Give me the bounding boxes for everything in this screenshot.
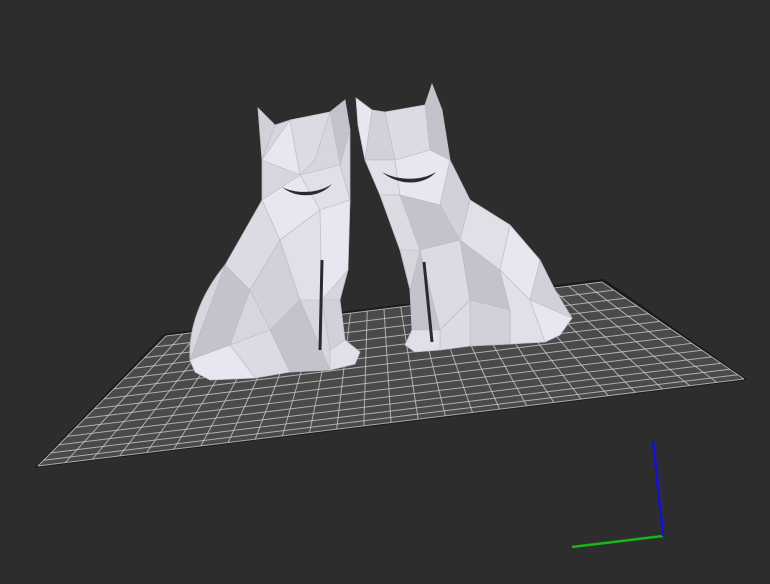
scene-canvas[interactable] [0, 0, 770, 584]
3d-viewport[interactable] [0, 0, 770, 584]
axis-gizmo[interactable] [571, 440, 665, 549]
build-plate [34, 279, 748, 468]
facet [319, 199, 351, 301]
build-plate-surface [38, 282, 744, 466]
facet [404, 329, 441, 353]
cat-leg-line [318, 259, 324, 351]
x-axis [571, 534, 664, 549]
cat-model-left[interactable] [189, 99, 361, 381]
z-axis [651, 440, 665, 537]
